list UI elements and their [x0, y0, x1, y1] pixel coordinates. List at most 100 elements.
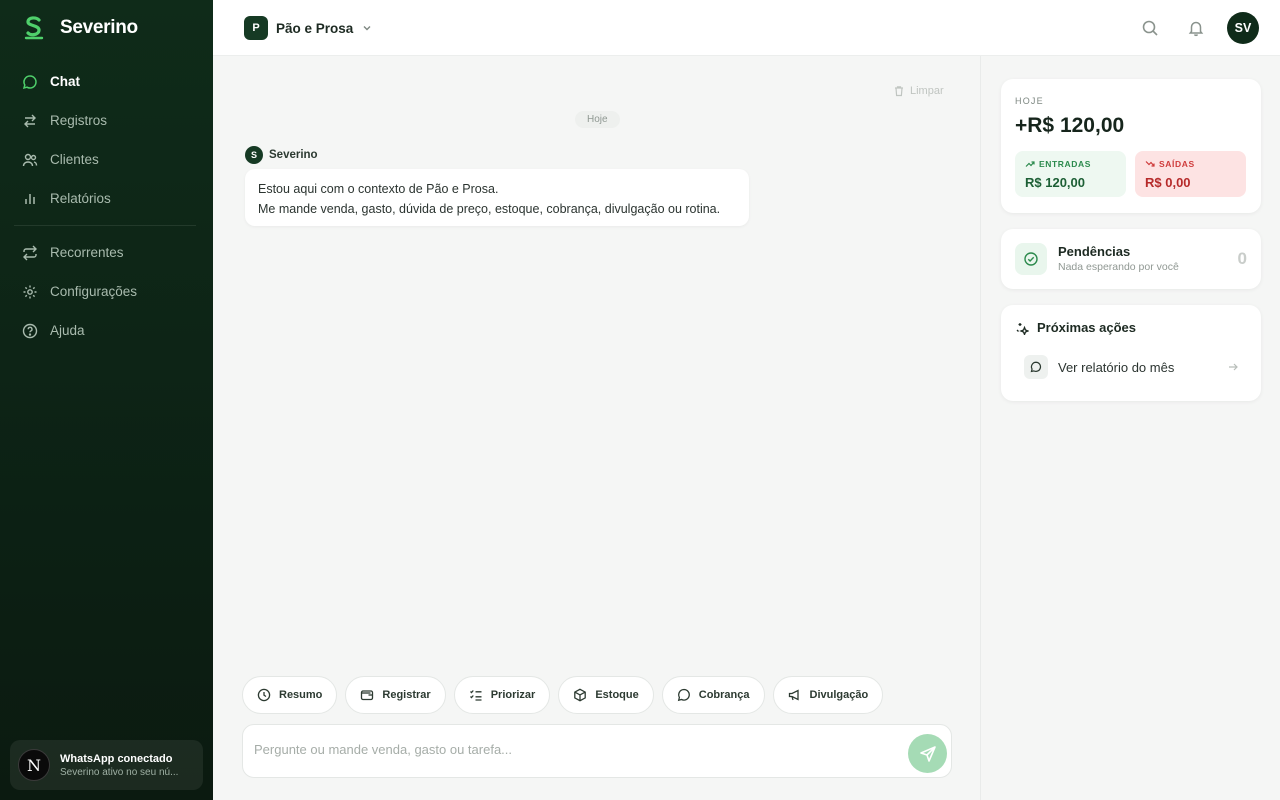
clock-icon [257, 688, 271, 702]
box-icon [574, 688, 587, 702]
sidebar-item-clientes[interactable]: Clientes [10, 140, 204, 179]
sender-avatar: S [245, 146, 263, 164]
chip-resumo[interactable]: Resumo [242, 676, 338, 714]
severino-logo-icon [24, 16, 44, 40]
clear-chat-label: Limpar [910, 85, 944, 97]
next-action-icon-box [1024, 355, 1048, 379]
income-label: ENTRADAS [1039, 159, 1092, 169]
whatsapp-status-card[interactable]: N WhatsApp conectado Severino ativo no s… [10, 740, 203, 790]
bell-icon[interactable] [1186, 18, 1206, 38]
income-label-row: ENTRADAS [1025, 159, 1116, 169]
sidebar-item-ajuda[interactable]: Ajuda [10, 311, 204, 350]
chip-label: Estoque [595, 689, 639, 701]
message-bubble: Estou aqui com o contexto de Pão e Prosa… [245, 169, 749, 226]
help-circle-icon [22, 323, 38, 338]
sidebar-item-label: Configurações [50, 284, 138, 299]
sidebar-item-label: Recorrentes [50, 245, 124, 260]
chip-label: Registrar [382, 689, 431, 701]
business-selector[interactable]: P Pão e Prosa [244, 16, 373, 40]
message-composer [242, 724, 952, 778]
chip-label: Resumo [279, 689, 323, 701]
business-badge: P [244, 16, 268, 40]
chip-priorizar[interactable]: Priorizar [453, 676, 551, 714]
chip-label: Divulgação [809, 689, 869, 701]
users-icon [22, 153, 38, 166]
chip-registrar[interactable]: Registrar [345, 676, 446, 714]
chat-bubble-icon [22, 74, 37, 89]
whatsapp-status-title: WhatsApp conectado [60, 752, 173, 765]
today-label: HOJE [1015, 96, 1044, 106]
chip-label: Cobrança [698, 689, 750, 701]
sidebar-item-label: Registros [50, 113, 108, 128]
income-box: ENTRADAS R$ 120,00 [1015, 151, 1126, 197]
sidebar-item-configuracoes[interactable]: Configurações [10, 272, 204, 311]
gear-icon [23, 285, 37, 298]
next-actions-title: Próximas ações [1037, 320, 1137, 335]
expense-box: SAÍDAS R$ 0,00 [1135, 151, 1246, 197]
brand[interactable]: Severino [22, 15, 138, 41]
message-sender: S Severino [245, 146, 318, 164]
expense-label-row: SAÍDAS [1145, 159, 1236, 169]
trend-down-icon [1145, 161, 1155, 167]
sidebar-item-label: Relatórios [50, 191, 111, 206]
next-action-label: Ver relatório do mês [1058, 359, 1175, 375]
right-panel: HOJE +R$ 120,00 ENTRADAS R$ 120,00 SAÍDA… [982, 56, 1280, 800]
sender-name: Severino [269, 149, 318, 161]
expense-label: SAÍDAS [1159, 159, 1195, 169]
sidebar-nav: Chat Registros Clientes Relatórios Recor… [10, 62, 204, 350]
repeat-icon [23, 245, 37, 260]
trend-up-icon [1025, 161, 1035, 167]
pending-card[interactable]: Pendências Nada esperando por você 0 [1001, 229, 1261, 289]
message-line: Me mande venda, gasto, dúvida de preço, … [258, 202, 721, 216]
send-icon [919, 745, 936, 762]
pending-icon-box [1015, 243, 1047, 275]
quick-action-chips: Resumo Registrar Priorizar Estoque Cobra… [242, 676, 884, 714]
top-bar: P Pão e Prosa SV [213, 0, 1280, 56]
chip-cobranca[interactable]: Cobrança [661, 676, 765, 714]
whatsapp-status-subtitle: Severino ativo no seu nú... [60, 766, 179, 778]
business-name: Pão e Prosa [276, 20, 354, 36]
income-value: R$ 120,00 [1025, 175, 1085, 190]
message-line: Estou aqui com o contexto de Pão e Prosa… [258, 182, 499, 196]
sidebar: Severino Chat Registros Clientes Relatór… [0, 0, 213, 800]
sidebar-item-label: Ajuda [50, 323, 85, 338]
chip-divulgacao[interactable]: Divulgação [772, 676, 884, 714]
bar-chart-icon [25, 193, 35, 204]
chat-bubble-icon [677, 688, 690, 702]
search-icon[interactable] [1140, 18, 1160, 38]
pending-title: Pendências [1058, 244, 1131, 259]
chevron-down-icon [363, 26, 371, 31]
chip-label: Priorizar [490, 689, 536, 701]
send-button[interactable] [908, 734, 947, 773]
megaphone-icon [788, 689, 799, 701]
brand-name: Severino [60, 17, 138, 38]
pending-count: 0 [1237, 249, 1247, 268]
pending-subtitle: Nada esperando por você [1058, 261, 1179, 273]
whatsapp-avatar: N [18, 749, 50, 781]
sidebar-item-recorrentes[interactable]: Recorrentes [10, 233, 204, 272]
message-input[interactable] [254, 736, 894, 762]
sparkles-icon [1016, 322, 1029, 335]
chat-area: Limpar Hoje S Severino Estou aqui com o … [213, 56, 981, 800]
user-avatar[interactable]: SV [1227, 12, 1259, 44]
sidebar-item-label: Chat [50, 74, 80, 89]
next-actions-header: Próximas ações [1015, 320, 1136, 335]
check-circle-icon [1024, 252, 1038, 266]
today-summary-card: HOJE +R$ 120,00 ENTRADAS R$ 120,00 SAÍDA… [1001, 79, 1261, 213]
next-actions-card: Próximas ações Ver relatório do mês [1001, 305, 1261, 401]
today-total: +R$ 120,00 [1015, 114, 1125, 137]
clear-chat-button[interactable]: Limpar [893, 85, 944, 97]
sidebar-item-chat[interactable]: Chat [10, 62, 204, 101]
sidebar-item-relatorios[interactable]: Relatórios [10, 179, 204, 218]
chip-estoque[interactable]: Estoque [558, 676, 654, 714]
trash-icon [895, 86, 903, 97]
sidebar-divider [14, 225, 196, 226]
expense-value: R$ 0,00 [1145, 175, 1191, 190]
sidebar-item-label: Clientes [50, 152, 99, 167]
checklist-icon [469, 690, 482, 701]
sidebar-item-registros[interactable]: Registros [10, 101, 204, 140]
wallet-icon [361, 690, 374, 701]
swap-arrows-icon [24, 114, 36, 127]
arrow-right-icon [1229, 363, 1238, 371]
next-action-item[interactable]: Ver relatório do mês [1015, 351, 1247, 383]
